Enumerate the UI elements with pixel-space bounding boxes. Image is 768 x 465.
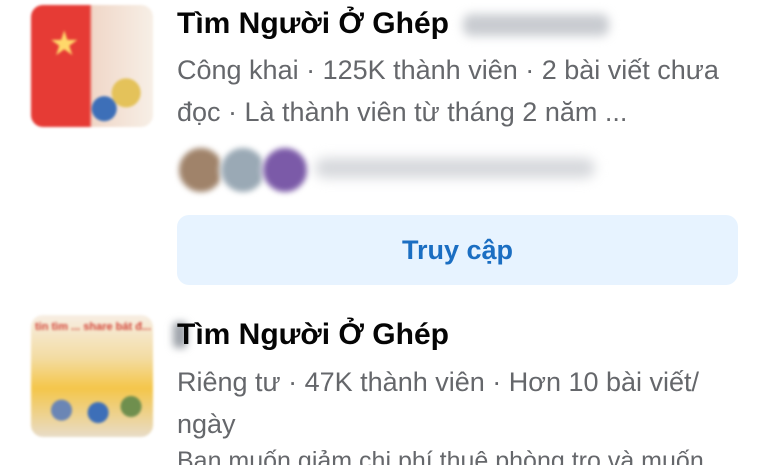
group-title-text: Tìm Người Ở Ghép xyxy=(177,318,449,351)
group-title[interactable]: Tìm Người Ở Ghép xyxy=(177,6,609,42)
group-card[interactable]: ★ Tìm Người Ở Ghép Công khai · 125K thàn… xyxy=(0,0,768,300)
group-cover-image[interactable]: ★ xyxy=(31,5,153,127)
blurred-location-text xyxy=(462,14,609,37)
group-description: Bạn muốn giảm chi phí thuê phòng trọ và … xyxy=(177,447,704,465)
avatar xyxy=(219,146,267,194)
group-results-list: ★ Tìm Người Ở Ghép Công khai · 125K thàn… xyxy=(0,0,768,465)
cover-image-text: tin tìm ... share bát đ... xyxy=(35,321,152,333)
star-icon: ★ xyxy=(49,25,80,63)
avatar xyxy=(261,146,309,194)
blurred-member-text xyxy=(315,158,595,178)
member-preview xyxy=(177,146,737,194)
group-title[interactable]: Tìm Người Ở Ghép xyxy=(177,317,449,353)
group-title-text: Tìm Người Ở Ghép xyxy=(177,7,449,40)
group-meta: Riêng tư · 47K thành viên · Hơn 10 bài v… xyxy=(177,367,700,439)
visit-button-label: Truy cập xyxy=(401,234,514,265)
group-meta: Công khai · 125K thành viên · 2 bài viết… xyxy=(177,55,719,127)
group-card[interactable]: tin tìm ... share bát đ... Tìm Người Ở G… xyxy=(0,300,768,465)
avatar xyxy=(177,146,225,194)
group-cover-image[interactable]: tin tìm ... share bát đ... xyxy=(31,315,153,437)
visit-group-button[interactable]: Truy cập xyxy=(177,215,738,285)
